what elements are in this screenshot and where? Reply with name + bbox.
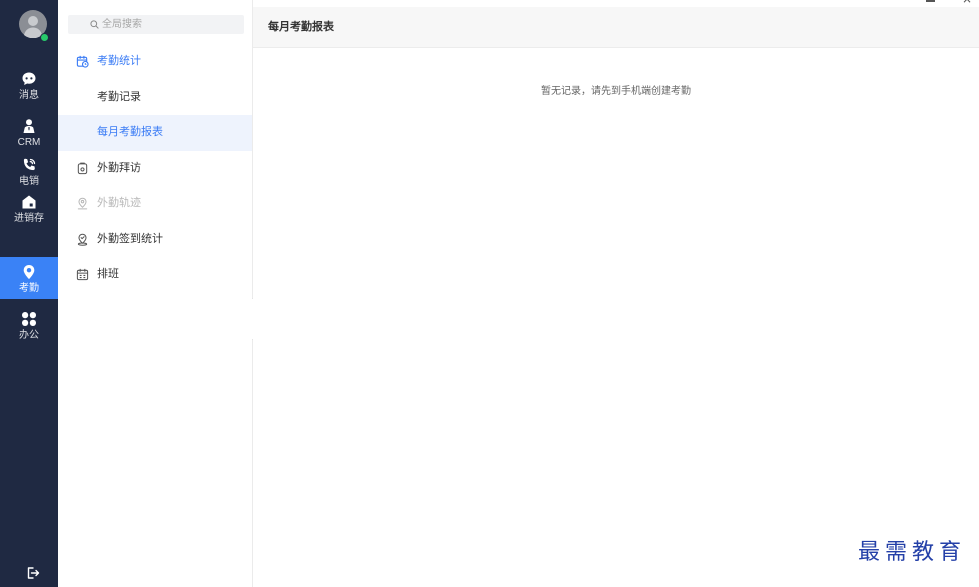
global-search[interactable] (68, 15, 244, 34)
nav-item-label: 进销存 (14, 213, 44, 224)
user-icon (21, 118, 37, 134)
avatar[interactable] (19, 10, 49, 42)
logout-button[interactable] (26, 566, 40, 580)
menu-item-label: 每月考勤报表 (97, 126, 163, 138)
menu-item-label: 考勤记录 (97, 90, 141, 103)
menu-item-label: 外勤签到统计 (97, 232, 163, 245)
menu-item-attendance-records[interactable]: 考勤记录 (58, 80, 252, 116)
menu-item-label: 外勤拜访 (97, 161, 141, 174)
visit-card-icon (76, 162, 89, 175)
nav-item-inventory[interactable]: 进销存 (0, 187, 58, 229)
menu-item-label: 外勤轨迹 (97, 197, 141, 209)
nav-item-label: 消息 (19, 90, 39, 101)
menu-item-monthly-report[interactable]: 每月考勤报表 (58, 115, 252, 151)
nav-item-label: 办公 (19, 330, 39, 341)
nav-item-telesales[interactable]: 电销 (0, 150, 58, 192)
empty-state-message: 暂无记录，请先到手机端创建考勤 (541, 86, 691, 97)
close-icon[interactable]: × (962, 0, 972, 5)
menu-item-label: 考勤统计 (97, 55, 141, 67)
store-icon (21, 194, 37, 210)
chat-icon (21, 71, 37, 87)
menu-item-label: 排班 (97, 268, 119, 280)
minimize-icon[interactable] (926, 0, 935, 2)
online-status-dot (40, 33, 49, 42)
track-pin-icon (76, 197, 89, 210)
submenu-list: 考勤统计 考勤记录 每月考勤报表 外勤拜访 外勤轨迹 外勤签到统计 排班 (58, 44, 252, 293)
watermark-text: 最需教育 (858, 540, 967, 565)
search-input[interactable] (102, 15, 232, 34)
nav-item-attendance[interactable]: 考勤 (0, 257, 58, 299)
search-icon (90, 20, 99, 29)
location-pin-icon (21, 264, 37, 280)
menu-item-field-visits[interactable]: 外勤拜访 (58, 151, 252, 187)
calendar-clock-icon (76, 55, 89, 68)
apps-grid-icon (21, 311, 37, 327)
phone-icon (21, 157, 37, 173)
page-header: 每月考勤报表 (253, 7, 979, 48)
page-title: 每月考勤报表 (268, 21, 334, 33)
nav-item-crm[interactable]: CRM (0, 111, 58, 153)
nav-item-label: 考勤 (19, 283, 39, 294)
nav-item-messages[interactable]: 消息 (0, 64, 58, 106)
menu-group-attendance-stats[interactable]: 考勤统计 (58, 44, 252, 80)
nav-item-label: CRM (17, 137, 41, 148)
app-window: 消息 CRM 电销 进销存 考勤 办公 全局搜索 考勤统计 考勤记录 每月考勤报… (0, 0, 979, 587)
main-content: × 每月考勤报表 暂无记录，请先到手机端创建考勤 最需教育 (253, 0, 979, 587)
nav-item-office[interactable]: 办公 (0, 304, 58, 346)
checkin-pin-icon (76, 233, 89, 246)
main-sidebar: 消息 CRM 电销 进销存 考勤 办公 (0, 0, 58, 587)
menu-item-field-tracks: 外勤轨迹 (58, 186, 252, 222)
menu-item-checkin-stats[interactable]: 外勤签到统计 (58, 222, 252, 258)
logout-icon (27, 567, 40, 579)
schedule-calendar-icon (76, 268, 89, 281)
menu-item-scheduling[interactable]: 排班 (58, 257, 252, 293)
attendance-submenu: 考勤统计 考勤记录 每月考勤报表 外勤拜访 外勤轨迹 (58, 0, 253, 587)
